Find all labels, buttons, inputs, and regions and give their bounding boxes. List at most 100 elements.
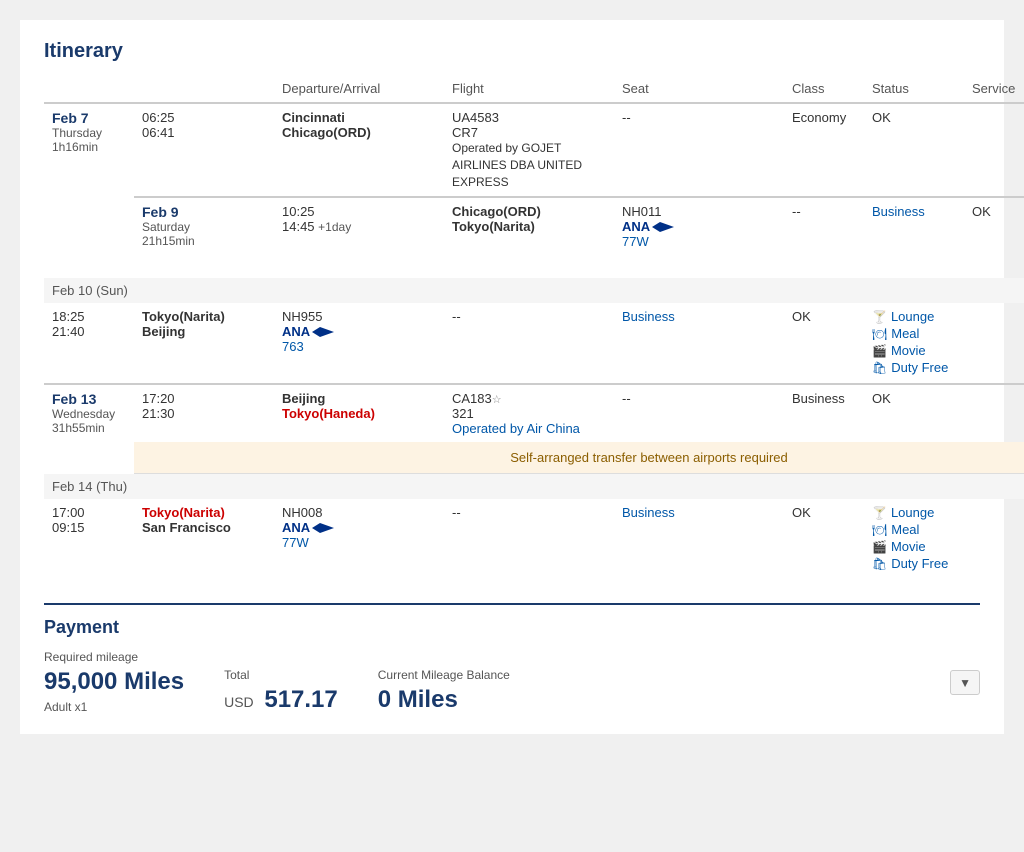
ana-swoosh-icon [652, 222, 674, 232]
flight-col: UA4583 CR7 Operated by GOJET AIRLINES DB… [444, 103, 614, 197]
table-row: 18:25 21:40 Tokyo(Narita) Beijing NH955 … [44, 303, 1024, 384]
page-container: Itinerary Departure/Arrival Flight Seat … [20, 20, 1004, 734]
arrive-time: 21:30 [142, 406, 175, 421]
ana-logo: ANA [282, 520, 310, 535]
class-text: Business [792, 391, 845, 406]
depart-city: Tokyo(Narita) [142, 505, 225, 520]
required-mileage-label: Required mileage [44, 650, 184, 664]
date-duration: 31h55min [52, 421, 126, 435]
flight-col: CA183☆ 321 Operated by Air China [444, 384, 614, 442]
payment-dropdown-button[interactable]: ▼ [950, 670, 980, 695]
payment-grid: Required mileage 95,000 Miles Adult x1 T… [44, 650, 510, 714]
arrive-city: Tokyo(Haneda) [282, 406, 375, 421]
flight-col: NH008 ANA 77W [274, 499, 444, 579]
plus-one-day: +1day [318, 220, 351, 234]
required-mileage-item: Required mileage 95,000 Miles Adult x1 [44, 650, 184, 714]
time-col: 10:25 14:45 +1day [274, 197, 444, 278]
col-departure-arrival: Departure/Arrival [274, 75, 444, 103]
date-main: Feb 7 [52, 110, 126, 126]
transfer-notice-row: Self-arranged transfer between airports … [44, 442, 1024, 474]
service-duty-free-link[interactable]: 🛍Duty Free [872, 360, 956, 375]
service-icon: 🍸 [872, 506, 887, 520]
seat-col: -- [614, 103, 784, 197]
class-link[interactable]: Business [622, 505, 675, 520]
total-currency: USD [224, 694, 254, 710]
seat-col: -- [444, 499, 614, 579]
operated-by-link[interactable]: Operated by Air China [452, 421, 580, 436]
class-link[interactable]: Business [872, 204, 925, 219]
depart-time: 18:25 [52, 309, 126, 324]
status-col: OK [864, 384, 964, 442]
time-col: 17:20 21:30 [134, 384, 274, 442]
day-separator-after-row: Feb 14 (Thu) [44, 474, 1024, 500]
payment-section: Payment Required mileage 95,000 Miles Ad… [44, 603, 980, 714]
service-lounge-link[interactable]: 🍸Lounge [872, 505, 956, 520]
status-col: OK [784, 303, 864, 384]
flight-link[interactable]: 77W [282, 535, 309, 550]
class-col: Economy [784, 103, 864, 197]
service-col: 🍸Lounge 🍽Meal 🎬Movie 🛍Duty Free [864, 499, 964, 579]
balance-label: Current Mileage Balance [378, 668, 510, 682]
depart-city: Tokyo(Narita) [142, 309, 225, 324]
service-icon: 🍽 [872, 523, 887, 537]
ana-logo: ANA [282, 324, 310, 339]
service-movie-link[interactable]: 🎬Movie [872, 539, 956, 554]
adult-note: Adult x1 [44, 700, 184, 714]
service-meal-link[interactable]: 🍽Meal [872, 326, 956, 341]
seat-col: -- [614, 384, 784, 442]
table-row: 17:00 09:15 Tokyo(Narita) San Francisco … [44, 499, 1024, 579]
arrive-time: 14:45 [282, 219, 315, 234]
itinerary-title: Itinerary [44, 40, 980, 63]
col-flight: Flight [444, 75, 614, 103]
class-link[interactable]: Business [622, 309, 675, 324]
arrive-city: Beijing [142, 324, 185, 339]
flight-link[interactable]: 763 [282, 339, 304, 354]
class-text: Economy [792, 110, 846, 125]
service-duty-free-link[interactable]: 🛍Duty Free [872, 556, 956, 571]
arrive-city: Chicago(ORD) [282, 125, 371, 140]
star-icon: ☆ [492, 394, 502, 406]
col-class: Class [784, 75, 864, 103]
col-status: Status [864, 75, 964, 103]
depart-time: 10:25 [282, 204, 436, 219]
depart-time: 17:20 [142, 391, 266, 406]
total-label: Total [224, 668, 338, 682]
service-col: 🍸Lounge 🍽Meal 🎬Movie 🛍Duty Free [864, 303, 964, 384]
date-main: Feb 9 [142, 204, 266, 220]
flight-number: UA4583 [452, 110, 606, 125]
flight-number: NH955 [282, 309, 436, 324]
date-day: Wednesday [52, 407, 126, 421]
date-duration: 1h16min [52, 140, 126, 154]
seat-col: -- [444, 303, 614, 384]
service-movie-link[interactable]: 🎬Movie [872, 343, 956, 358]
class-col: Business [614, 303, 784, 384]
flight-link[interactable]: 77W [622, 234, 649, 249]
balance-amount: 0 Miles [378, 686, 458, 713]
class-col: Business [784, 384, 864, 442]
depart-arrival-col: Tokyo(Narita) San Francisco [134, 499, 274, 579]
date-duration: 21h15min [142, 234, 266, 248]
ana-logo: ANA [622, 219, 650, 234]
service-col [964, 103, 1024, 197]
service-icon: 🛍 [872, 557, 887, 571]
flight-col: NH011 ANA 77W [614, 197, 784, 278]
status-col: OK [864, 103, 964, 197]
service-meal-link[interactable]: 🍽Meal [872, 522, 956, 537]
table-row: Feb 7 Thursday 1h16min 06:25 06:41 Cinci… [44, 103, 1024, 197]
balance-value: 0 Miles [378, 686, 510, 714]
arrive-time-row: 14:45 +1day [282, 219, 436, 234]
flight-number: NH008 [282, 505, 436, 520]
arrive-time-row: 21:40 [52, 324, 126, 339]
service-icon: 🍽 [872, 327, 887, 341]
arrive-city: Tokyo(Narita) [452, 219, 535, 234]
arrive-city: San Francisco [142, 520, 231, 535]
payment-row: Required mileage 95,000 Miles Adult x1 T… [44, 650, 980, 714]
required-mileage-value: 95,000 Miles [44, 668, 184, 696]
chevron-down-icon: ▼ [959, 676, 971, 690]
flight-aircraft: CR7 [452, 125, 606, 140]
service-lounge-link[interactable]: 🍸Lounge [872, 309, 956, 324]
payment-title: Payment [44, 617, 980, 638]
arrive-time-row: 21:30 [142, 406, 266, 421]
segment-date: Feb 7 Thursday 1h16min [44, 103, 134, 278]
arrive-time: 06:41 [142, 125, 175, 140]
